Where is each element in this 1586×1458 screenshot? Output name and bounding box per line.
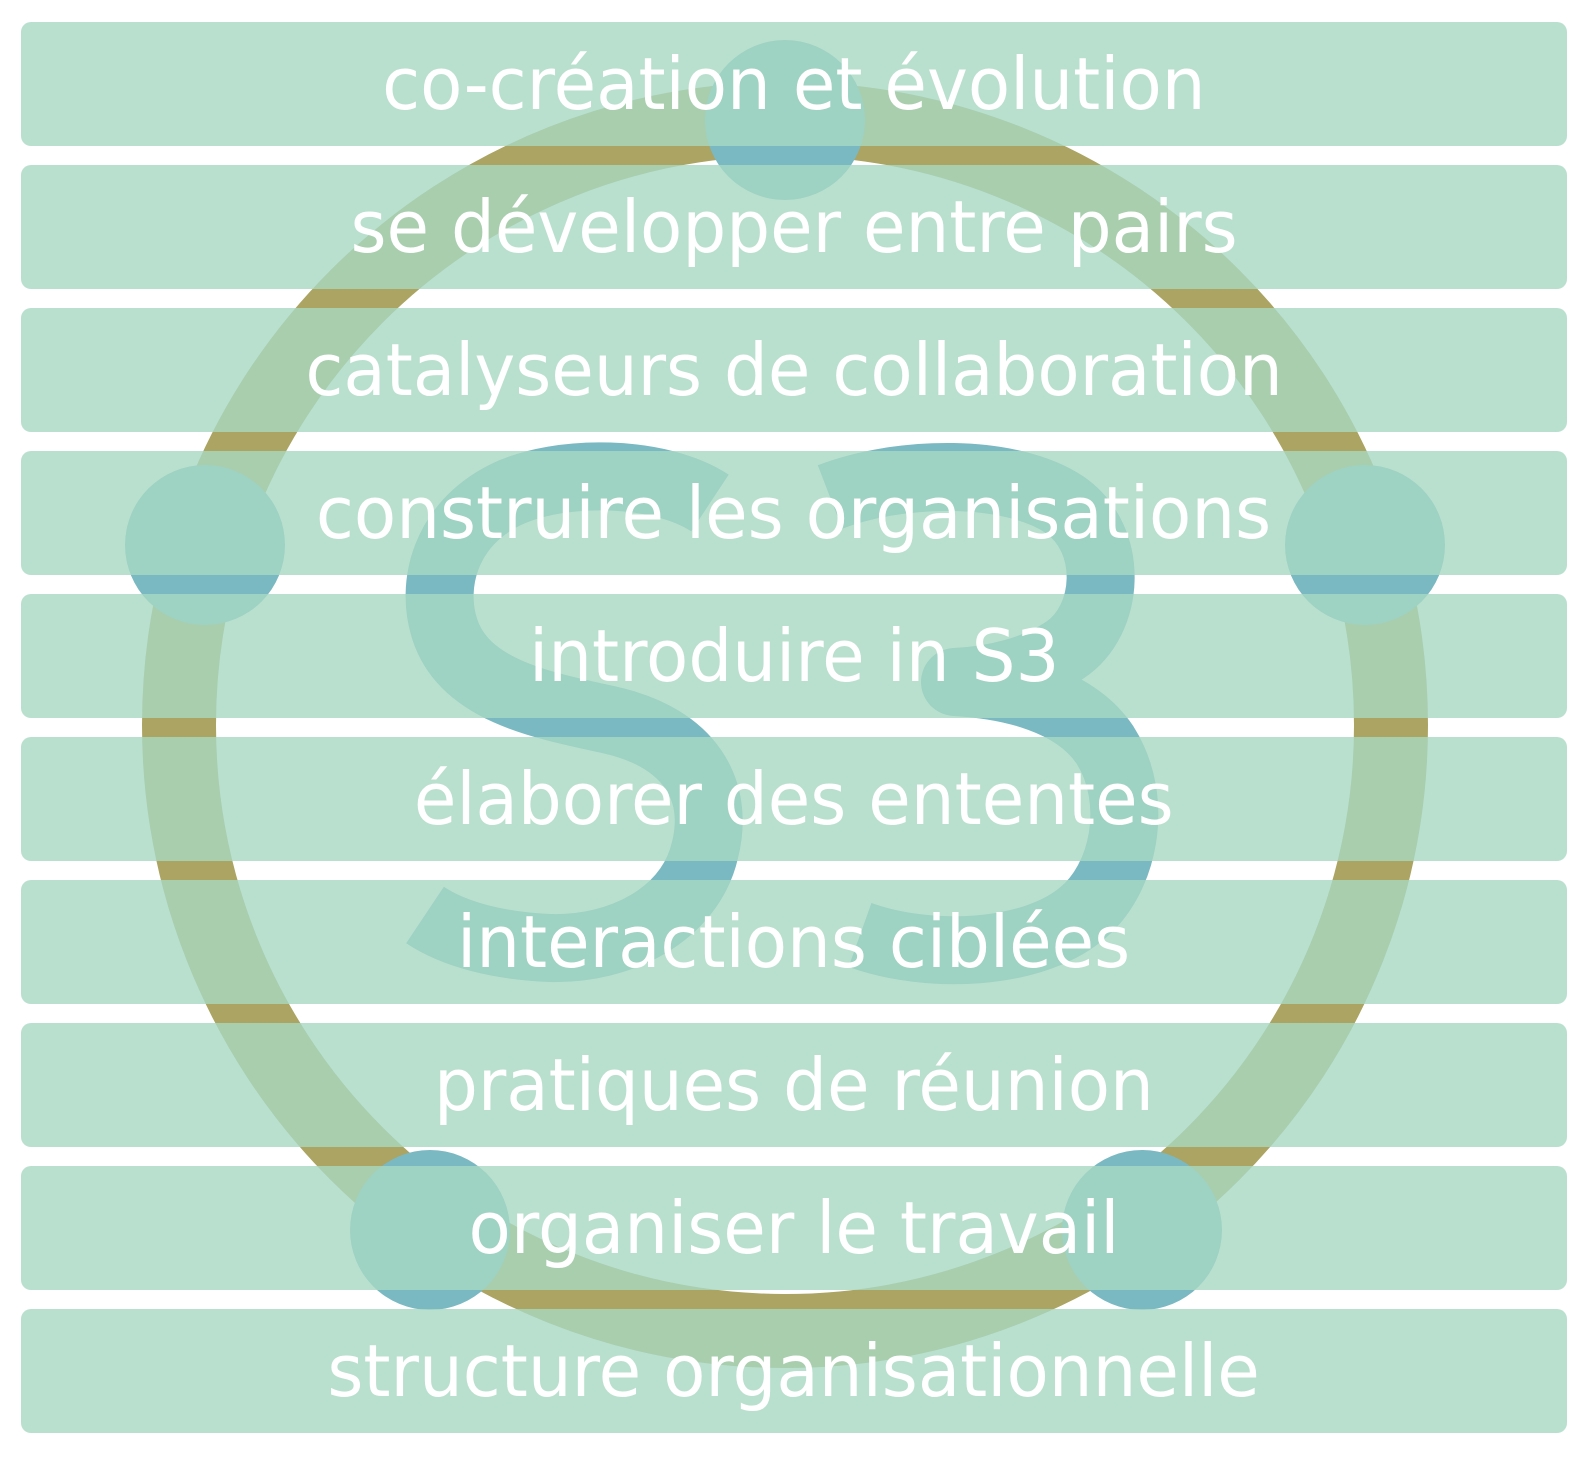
band-developper-pairs: se développer entre pairs — [21, 165, 1567, 289]
band-co-creation: co-création et évolution — [21, 22, 1567, 146]
band-label: construire les organisations — [316, 471, 1272, 555]
band-elaborer-ententes: élaborer des ententes — [21, 737, 1567, 861]
band-label: pratiques de réunion — [434, 1043, 1154, 1127]
band-organiser-travail: organiser le travail — [21, 1166, 1567, 1290]
band-label: introduire in S3 — [528, 614, 1060, 698]
band-catalyseurs: catalyseurs de collaboration — [21, 308, 1567, 432]
band-structure-organisationnelle: structure organisationnelle — [21, 1309, 1567, 1433]
band-construire-organisations: construire les organisations — [21, 451, 1567, 575]
layer-bands: co-création et évolution se développer e… — [0, 0, 1586, 1458]
band-label: élaborer des ententes — [414, 757, 1174, 841]
band-label: organiser le travail — [468, 1186, 1120, 1270]
band-introduire-s3: introduire in S3 — [21, 594, 1567, 718]
band-label: interactions ciblées — [457, 900, 1131, 984]
band-label: se développer entre pairs — [350, 185, 1238, 269]
s3-patterns-diagram: co-création et évolution se développer e… — [0, 0, 1586, 1458]
band-pratiques-reunion: pratiques de réunion — [21, 1023, 1567, 1147]
band-label: catalyseurs de collaboration — [305, 328, 1283, 412]
band-label: co-création et évolution — [382, 42, 1206, 126]
band-label: structure organisationnelle — [327, 1329, 1261, 1413]
band-interactions-ciblees: interactions ciblées — [21, 880, 1567, 1004]
